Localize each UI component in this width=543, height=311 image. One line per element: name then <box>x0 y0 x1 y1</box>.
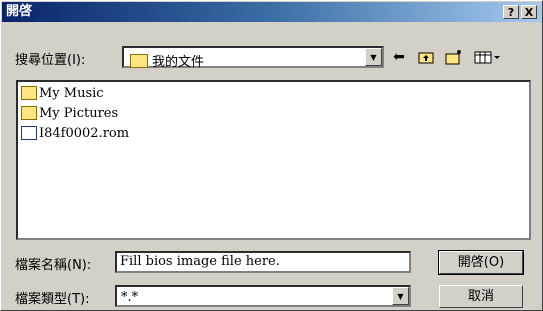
file-name-input[interactable]: Fill bios image file here. <box>115 251 411 273</box>
chevron-down-icon[interactable]: ▼ <box>392 287 409 305</box>
up-folder-icon[interactable] <box>416 47 436 67</box>
back-arrow-icon[interactable]: ⬅ <box>389 47 409 67</box>
cancel-button[interactable]: 取消 <box>439 285 523 308</box>
file-name: My Music <box>39 85 104 101</box>
list-item[interactable]: My Music <box>21 84 104 102</box>
file-type-dropdown[interactable]: *.* ▼ <box>115 285 411 307</box>
folder-icon <box>21 86 37 100</box>
dialog-title: 開啓 <box>6 4 33 19</box>
open-button[interactable]: 開啓(O) <box>438 250 524 275</box>
new-folder-icon[interactable] <box>444 47 464 67</box>
close-button[interactable]: X <box>521 5 537 19</box>
my-documents-icon <box>130 53 148 68</box>
look-in-dropdown[interactable]: 我的文件 ▼ <box>122 46 384 70</box>
open-dialog: 開啓 ? X 搜尋位置(I): 我的文件 ▼ ⬅ My Music My Pic… <box>0 0 543 311</box>
help-button[interactable]: ? <box>503 5 519 19</box>
file-name: I84f0002.rom <box>39 125 130 141</box>
look-in-label: 搜尋位置(I): <box>15 53 86 68</box>
rom-file-icon <box>21 126 37 140</box>
file-type-value: *.* <box>121 290 139 305</box>
folder-icon <box>21 106 37 120</box>
chevron-down-icon[interactable]: ▼ <box>365 48 382 66</box>
view-menu-icon[interactable] <box>473 47 503 67</box>
file-list[interactable]: My Music My Pictures I84f0002.rom <box>16 80 531 240</box>
title-bar: 開啓 ? X <box>2 2 542 22</box>
list-item[interactable]: My Pictures <box>21 104 118 122</box>
look-in-value: 我的文件 <box>152 55 205 70</box>
file-type-label: 檔案類型(T): <box>15 292 90 307</box>
list-item[interactable]: I84f0002.rom <box>21 124 129 142</box>
file-name-label: 檔案名稱(N): <box>15 258 92 273</box>
file-name: My Pictures <box>39 105 119 121</box>
